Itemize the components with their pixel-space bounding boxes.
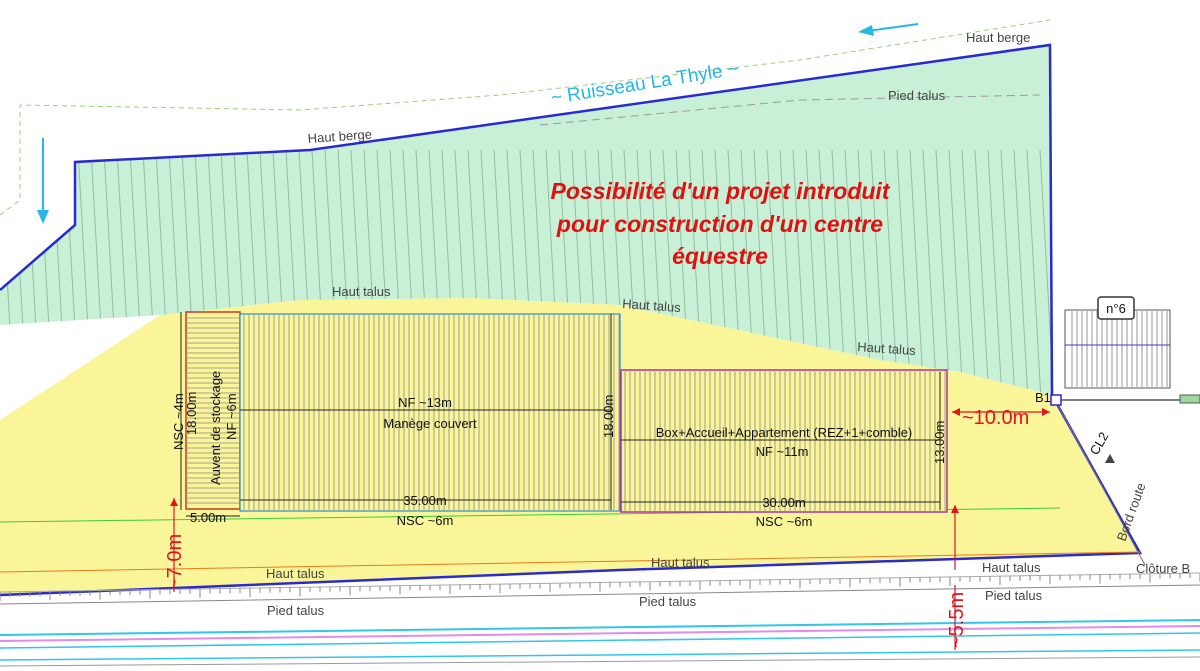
project-title-line-1: Possibilité d'un projet introduit	[551, 178, 891, 204]
manege-nf-label: NF ~13m	[398, 395, 452, 410]
parcel-number-label: n°6	[1106, 301, 1126, 316]
b1-label: B1	[1035, 390, 1051, 405]
haut-talus-bottom-mid-label: Haut talus	[651, 555, 710, 570]
water-lines	[0, 619, 1200, 667]
neighbour-building: n°6	[1064, 296, 1171, 389]
auvent-name-label: Auvent de stockage	[208, 371, 223, 485]
auvent-width-label: 5.00m	[190, 510, 226, 525]
cl2-marker	[1105, 454, 1115, 463]
manege-building	[239, 313, 621, 512]
auvent-depth-label: 18.00m	[184, 392, 199, 435]
box-nsc-label: NSC ~6m	[756, 514, 813, 529]
b1-marker	[1050, 394, 1062, 406]
flow-arrow-left-icon	[37, 138, 49, 224]
manege-width-label: 35.00m	[403, 493, 446, 508]
haut-berge-top-label: Haut berge	[966, 30, 1030, 45]
manege-nsc-label: NSC ~6m	[397, 513, 454, 528]
distance-label-2: ~7.0m	[164, 534, 186, 590]
box-depth-label: 13.00m	[932, 421, 947, 464]
pied-talus-bottom-mid-label: Pied talus	[639, 594, 697, 609]
cloture-label: Clôture B	[1136, 561, 1190, 576]
project-title-line-2: pour construction d'un centre	[556, 211, 883, 237]
distance-label-1: ~10.0m	[962, 407, 1029, 429]
haut-talus-bottom-right-label: Haut talus	[982, 560, 1041, 575]
pied-talus-top-label: Pied talus	[888, 88, 946, 103]
manege-name-label: Manège couvert	[383, 416, 477, 431]
pied-talus-bottom-left-label: Pied talus	[267, 603, 325, 618]
fence-end	[1179, 394, 1200, 404]
box-width-label: 30.00m	[762, 495, 805, 510]
box-name-label: Box+Accueil+Appartement (REZ+1+comble)	[656, 425, 913, 440]
box-building	[620, 369, 948, 513]
haut-talus-bottom-left-label: Haut talus	[266, 566, 325, 581]
auvent-nf-label: NF ~6m	[224, 393, 239, 440]
box-nf-label: NF ~11m	[756, 444, 809, 459]
site-plan: n°6 B1 CL2 ~ Ruisseau La Thyle ~ Haut be…	[0, 19, 1200, 667]
project-title-line-3: équestre	[672, 243, 768, 269]
flow-arrow-top-icon	[858, 23, 919, 36]
cl2-label: CL2	[1087, 429, 1112, 457]
manege-depth-label: 18.00m	[601, 395, 616, 438]
haut-talus-label-1: Haut talus	[332, 284, 391, 299]
bord-route-label: Bord route	[1114, 481, 1149, 543]
pied-talus-bottom-right-label: Pied talus	[985, 588, 1043, 603]
distance-label-3: ~5.5m	[946, 592, 968, 648]
